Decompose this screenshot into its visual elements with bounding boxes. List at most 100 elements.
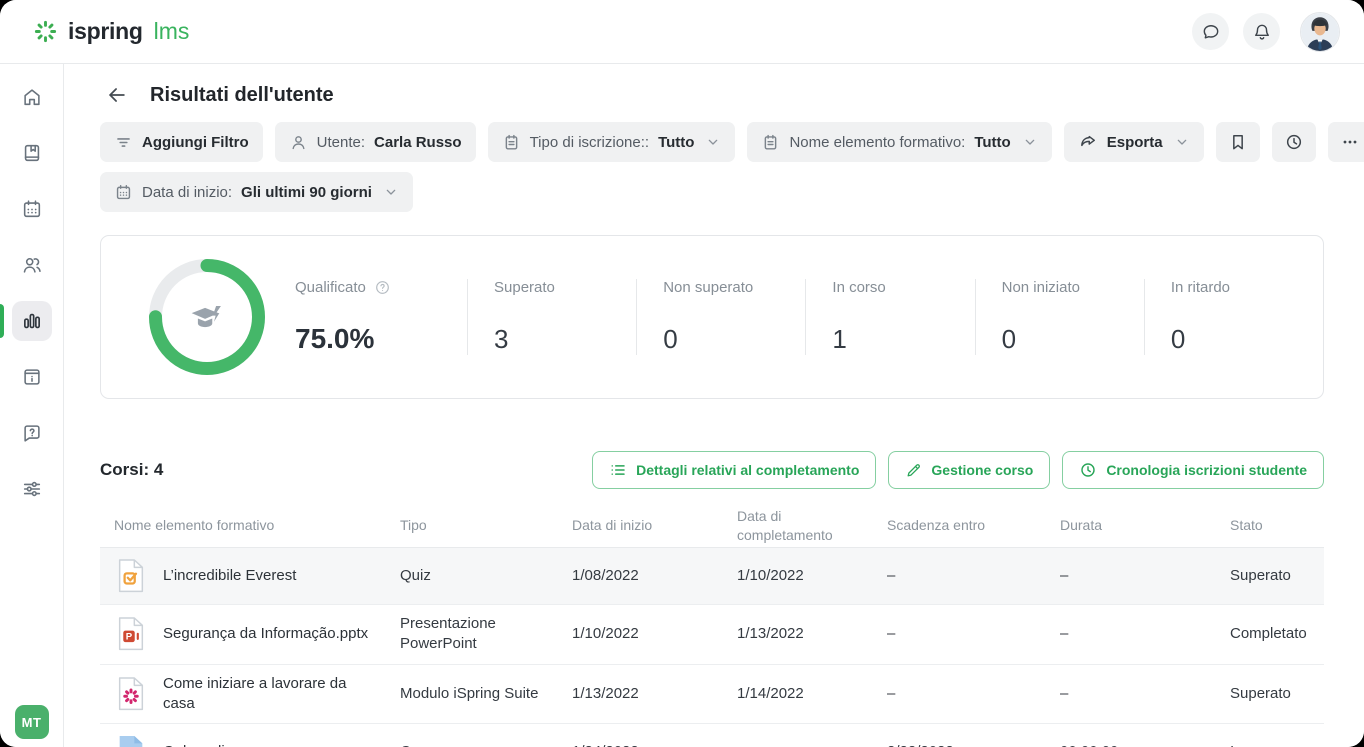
pencil-icon — [905, 462, 922, 479]
cell-due: 2/22/2022 — [887, 733, 1060, 747]
stat-label: Non iniziato — [1002, 279, 1144, 296]
table-row[interactable]: OnboardingCorso1/24/2022–2/22/202200:00:… — [100, 724, 1324, 747]
column-header[interactable]: Scadenza entro — [887, 516, 1060, 534]
filter-start-date-chip[interactable]: Data di inizio: Gli ultimi 90 giorni — [100, 172, 413, 212]
info-box-icon — [21, 366, 43, 388]
column-header[interactable]: Stato — [1230, 516, 1324, 534]
course-name-link[interactable]: L’incredibile Everest — [163, 566, 296, 586]
summary-stat: In ritardo 0 — [1144, 279, 1313, 355]
sidebar-item-users[interactable] — [12, 245, 52, 285]
cell-completion_date: – — [737, 733, 887, 747]
sidebar-item-calendar[interactable] — [12, 189, 52, 229]
sidebar-item-library[interactable] — [12, 357, 52, 397]
cell-duration: – — [1060, 615, 1230, 653]
manage-course-button[interactable]: Gestione corso — [888, 451, 1050, 489]
cell-due: – — [887, 675, 1060, 713]
cell-status: Completato — [1230, 615, 1325, 653]
sidebar-item-settings[interactable] — [12, 469, 52, 509]
person-icon — [289, 133, 308, 152]
sidebar-item-courses[interactable] — [12, 133, 52, 173]
history-button[interactable] — [1272, 122, 1316, 162]
stat-label: In ritardo — [1171, 279, 1313, 296]
column-header[interactable]: Tipo — [400, 516, 572, 534]
cell-course-name: Come iniziare a lavorare da casa — [100, 665, 400, 724]
column-header[interactable]: Data di inizio — [572, 516, 737, 534]
back-button[interactable] — [104, 82, 130, 108]
sidebar-item-home[interactable] — [12, 77, 52, 117]
graduation-cap-bolt-icon — [184, 294, 230, 340]
clock-icon — [1284, 132, 1304, 152]
cell-completion_date: 1/10/2022 — [737, 557, 887, 595]
more-options-button[interactable] — [1328, 122, 1364, 162]
table-row[interactable]: PSegurança da Informação.pptxPresentazio… — [100, 605, 1324, 665]
calendar-icon — [21, 198, 43, 220]
courses-count: Corsi: 4 — [100, 460, 163, 480]
ispring-module-file-icon — [114, 675, 148, 713]
sliders-icon — [21, 478, 43, 500]
stat-label: Superato — [494, 279, 636, 296]
course-name-link[interactable]: Onboarding — [163, 742, 241, 747]
qualified-donut-chart — [149, 259, 265, 375]
svg-text:P: P — [126, 632, 133, 643]
book-icon — [21, 142, 43, 164]
clock-icon — [1079, 461, 1097, 479]
notifications-button[interactable] — [1243, 13, 1280, 50]
column-header[interactable]: Durata — [1060, 516, 1230, 534]
column-header[interactable]: Nome elemento formativo — [100, 516, 400, 534]
sidebar-item-support[interactable] — [12, 413, 52, 453]
column-header[interactable]: Data di completamento — [737, 507, 887, 543]
messages-button[interactable] — [1192, 13, 1229, 50]
enrollment-history-label: Cronologia iscrizioni studente — [1106, 462, 1307, 478]
summary-stat: In corso1 — [805, 279, 974, 355]
cell-type: Modulo iSpring Suite — [400, 675, 572, 713]
cell-course-name: Onboarding — [100, 724, 400, 747]
cell-course-name: P Segurança da Informação.pptx — [100, 606, 400, 662]
stat-value: 1 — [832, 324, 974, 355]
sidebar: MT — [0, 64, 64, 747]
filter-item-value: Tutto — [974, 134, 1010, 151]
stat-value: 0 — [663, 324, 805, 355]
table-row[interactable]: L’incredibile EverestQuiz1/08/20221/10/2… — [100, 548, 1324, 605]
cell-start_date: 1/08/2022 — [572, 557, 737, 595]
ispring-logo[interactable]: ispringlms — [32, 18, 189, 45]
cell-due: – — [887, 615, 1060, 653]
save-report-button[interactable] — [1216, 122, 1260, 162]
add-filter-button[interactable]: Aggiungi Filtro — [100, 122, 263, 162]
cell-start_date: 1/10/2022 — [572, 615, 737, 653]
completion-details-button[interactable]: Dettagli relativi al completamento — [592, 451, 876, 489]
chevron-down-icon — [1174, 134, 1190, 150]
cell-duration: – — [1060, 675, 1230, 713]
qualified-label: Qualificato — [295, 279, 366, 296]
cell-course-name: L’incredibile Everest — [100, 548, 400, 604]
table-row[interactable]: Come iniziare a lavorare da casa Modulo i… — [100, 665, 1324, 725]
summary-stat: Non superato0 — [636, 279, 805, 355]
course-name-link[interactable]: Come iniziare a lavorare da casa — [163, 674, 382, 715]
user-avatar[interactable] — [1300, 12, 1340, 52]
summary-stat-qualified: Qualificato 75.0% — [295, 279, 467, 355]
sidebar-item-reports[interactable] — [12, 301, 52, 341]
filter-user-chip[interactable]: Utente: Carla Russo — [275, 122, 476, 162]
export-label: Esporta — [1107, 134, 1163, 151]
sidebar-user-badge[interactable]: MT — [15, 705, 49, 739]
stat-value: 0 — [1171, 324, 1313, 355]
bookmark-icon — [1228, 132, 1248, 152]
stat-value: 0 — [1002, 324, 1144, 355]
cell-due: – — [887, 557, 1060, 595]
cell-status: Superato — [1230, 557, 1324, 595]
filter-enrollment-chip[interactable]: Tipo di iscrizione:: Tutto — [488, 122, 736, 162]
filter-item-label: Nome elemento formativo: — [789, 134, 965, 151]
filter-item-chip[interactable]: Nome elemento formativo: Tutto — [747, 122, 1051, 162]
filter-start-date-label: Data di inizio: — [142, 184, 232, 201]
summary-stat: Non iniziato 0 — [975, 279, 1144, 355]
chevron-down-icon — [383, 184, 399, 200]
export-icon — [1078, 132, 1098, 152]
course-name-link[interactable]: Segurança da Informação.pptx — [163, 624, 368, 644]
filter-user-value: Carla Russo — [374, 134, 462, 151]
table-header-row: Nome elemento formativoTipoData di inizi… — [100, 504, 1324, 548]
enrollment-history-button[interactable]: Cronologia iscrizioni studente — [1062, 451, 1324, 489]
logo-suffix: lms — [154, 18, 190, 45]
help-circle-icon[interactable] — [374, 279, 391, 296]
add-filter-label: Aggiungi Filtro — [142, 134, 249, 151]
export-button[interactable]: Esporta — [1064, 122, 1204, 162]
ispring-flower-icon — [32, 18, 59, 45]
